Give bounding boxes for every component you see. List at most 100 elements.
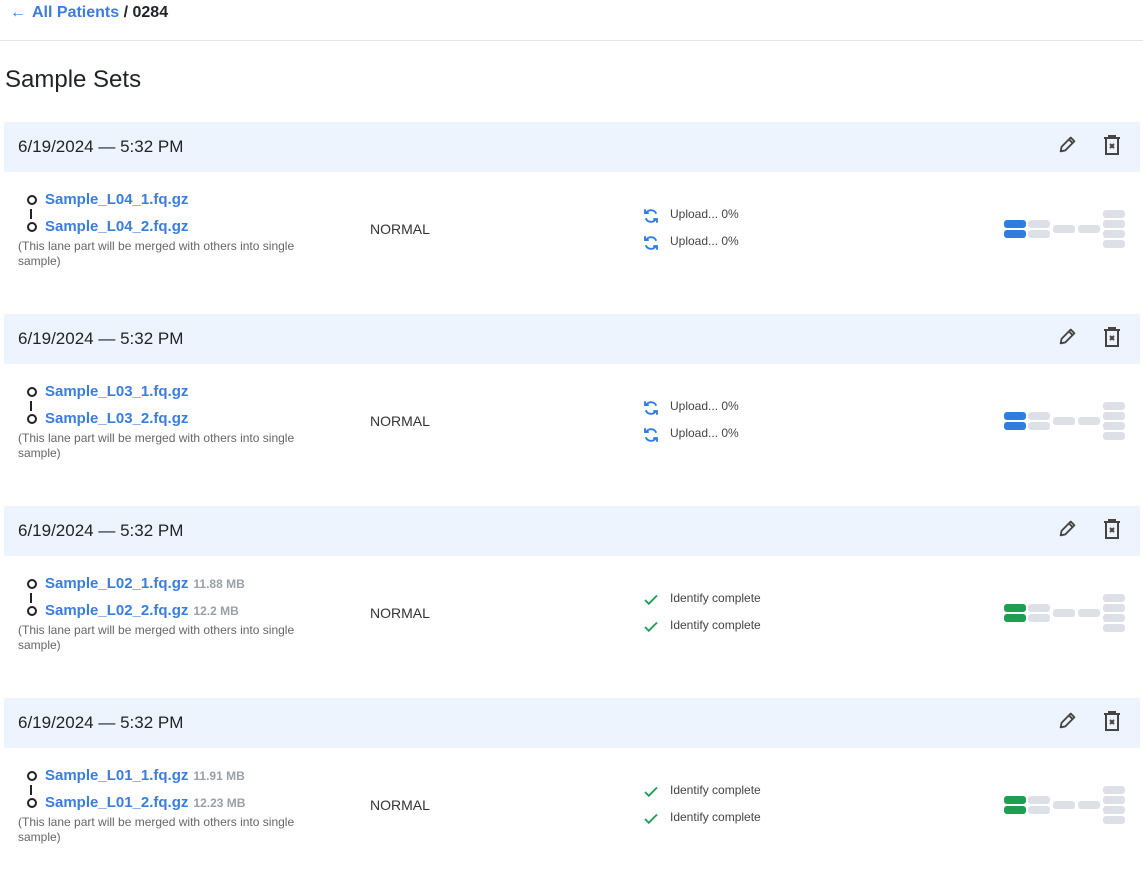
breadcrumb-separator: / [123, 4, 129, 21]
connector-line [30, 401, 32, 411]
pipeline-stage-segment [1103, 412, 1125, 420]
node-circle-icon [27, 222, 37, 232]
pipeline-stage-segment [1004, 230, 1026, 238]
pipeline-stage-segment [1053, 609, 1075, 617]
edit-pencil-icon[interactable] [1057, 133, 1081, 157]
pipeline-stage-segment [1004, 614, 1026, 622]
node-circle-icon [27, 606, 37, 616]
pipeline-stage-segment [1103, 796, 1125, 804]
file-link[interactable]: Sample_L03_2.fq.gz [45, 410, 188, 427]
edit-pencil-icon[interactable] [1057, 517, 1081, 541]
pipeline-stage-segment [1103, 786, 1125, 794]
status-item: Identify complete [642, 810, 761, 837]
edit-pencil-icon[interactable] [1057, 709, 1081, 733]
back-link[interactable]: ← All Patients [10, 4, 119, 21]
pipeline-stage-segment [1028, 422, 1050, 430]
delete-trash-icon[interactable] [1100, 133, 1124, 157]
pipeline-stage-segment [1053, 417, 1075, 425]
pipeline-stage-segment [1103, 230, 1125, 238]
status-list: Identify complete Identify complete [642, 783, 761, 837]
file-link[interactable]: Sample_L04_1.fq.gz [45, 191, 188, 208]
connector-line [30, 209, 32, 219]
sample-set-header: 6/19/2024 — 5:32 PM [4, 506, 1140, 556]
check-icon [642, 783, 670, 804]
file-item: Sample_L01_1.fq.gz 11.91 MB [26, 767, 245, 794]
status-text: Upload... 0% [670, 207, 739, 221]
pipeline-stage-segment [1028, 220, 1050, 228]
sample-type: NORMAL [370, 605, 430, 621]
sync-icon [642, 426, 670, 447]
node-circle-icon [27, 414, 37, 424]
node-circle-icon [27, 771, 37, 781]
status-text: Identify complete [670, 591, 761, 605]
connector-line [30, 593, 32, 603]
status-text: Upload... 0% [670, 426, 739, 440]
breadcrumb-current: 0284 [132, 4, 169, 21]
pipeline-stage-segment [1103, 594, 1125, 602]
pipeline-stage-segment [1028, 412, 1050, 420]
node-circle-icon [27, 579, 37, 589]
file-link[interactable]: Sample_L04_2.fq.gz [45, 218, 188, 235]
file-list: Sample_L03_1.fq.gz Sample_L03_2.fq.gz [26, 383, 188, 437]
pipeline-stage-segment [1103, 210, 1125, 218]
breadcrumb: ← All Patients / 0284 [10, 4, 168, 22]
merge-note: (This lane part will be merged with othe… [18, 431, 295, 460]
sample-set-date: 6/19/2024 — 5:32 PM [18, 713, 184, 732]
pipeline-stage-segment [1028, 230, 1050, 238]
pipeline-stage-segment [1103, 402, 1125, 410]
pipeline-stage-segment [1004, 796, 1026, 804]
node-circle-icon [27, 195, 37, 205]
pipeline-stage-segment [1103, 220, 1125, 228]
delete-trash-icon[interactable] [1100, 325, 1124, 349]
file-list: Sample_L01_1.fq.gz 11.91 MB Sample_L01_2.f… [26, 767, 245, 821]
status-item: Identify complete [642, 783, 761, 810]
node-circle-icon [27, 387, 37, 397]
delete-trash-icon[interactable] [1100, 709, 1124, 733]
sample-set-date: 6/19/2024 — 5:32 PM [18, 137, 184, 156]
pipeline-stage-segment [1004, 604, 1026, 612]
pipeline-stage-segment [1078, 609, 1100, 617]
connector-line [30, 785, 32, 795]
edit-pencil-icon[interactable] [1057, 325, 1081, 349]
status-item: Upload... 0% [642, 207, 739, 234]
pipeline-stage-segment [1078, 417, 1100, 425]
file-list: Sample_L04_1.fq.gz Sample_L04_2.fq.gz [26, 191, 188, 245]
merge-note: (This lane part will be merged with othe… [18, 239, 295, 268]
status-text: Upload... 0% [670, 399, 739, 413]
file-size: 11.88 MB [193, 577, 245, 591]
status-text: Identify complete [670, 618, 761, 632]
pipeline-stage-segment [1103, 422, 1125, 430]
file-link[interactable]: Sample_L02_2.fq.gz [45, 602, 188, 619]
sample-set-header: 6/19/2024 — 5:32 PM [4, 698, 1140, 748]
status-item: Identify complete [642, 618, 761, 645]
sample-set-date: 6/19/2024 — 5:32 PM [18, 329, 184, 348]
merge-note: (This lane part will be merged with othe… [18, 623, 295, 652]
pipeline-stage-segment [1078, 225, 1100, 233]
sync-icon [642, 399, 670, 420]
status-list: Identify complete Identify complete [642, 591, 761, 645]
status-text: Identify complete [670, 810, 761, 824]
sample-set-header: 6/19/2024 — 5:32 PM [4, 314, 1140, 364]
sample-set: 6/19/2024 — 5:32 PM Sample_L01_1.fq.gz 11… [4, 698, 1140, 890]
status-text: Upload... 0% [670, 234, 739, 248]
pipeline-stage-segment [1103, 614, 1125, 622]
sample-type: NORMAL [370, 413, 430, 429]
file-link[interactable]: Sample_L02_1.fq.gz [45, 575, 188, 592]
pipeline-stage-segment [1103, 624, 1125, 632]
check-icon [642, 810, 670, 831]
arrow-left-icon: ← [10, 4, 26, 21]
delete-trash-icon[interactable] [1100, 517, 1124, 541]
file-link[interactable]: Sample_L01_1.fq.gz [45, 767, 188, 784]
file-list: Sample_L02_1.fq.gz 11.88 MB Sample_L02_2.f… [26, 575, 245, 629]
merge-note: (This lane part will be merged with othe… [18, 815, 295, 844]
pipeline-stage-segment [1103, 432, 1125, 440]
status-item: Upload... 0% [642, 234, 739, 261]
file-link[interactable]: Sample_L03_1.fq.gz [45, 383, 188, 400]
file-link[interactable]: Sample_L01_2.fq.gz [45, 794, 188, 811]
pipeline-stage-segment [1103, 604, 1125, 612]
file-size: 12.2 MB [193, 604, 239, 618]
check-icon [642, 591, 670, 612]
file-item: Sample_L04_1.fq.gz [26, 191, 188, 218]
pipeline-stage-segment [1103, 806, 1125, 814]
sample-set: 6/19/2024 — 5:32 PM Sample_L02_1.fq.gz 11… [4, 506, 1140, 698]
